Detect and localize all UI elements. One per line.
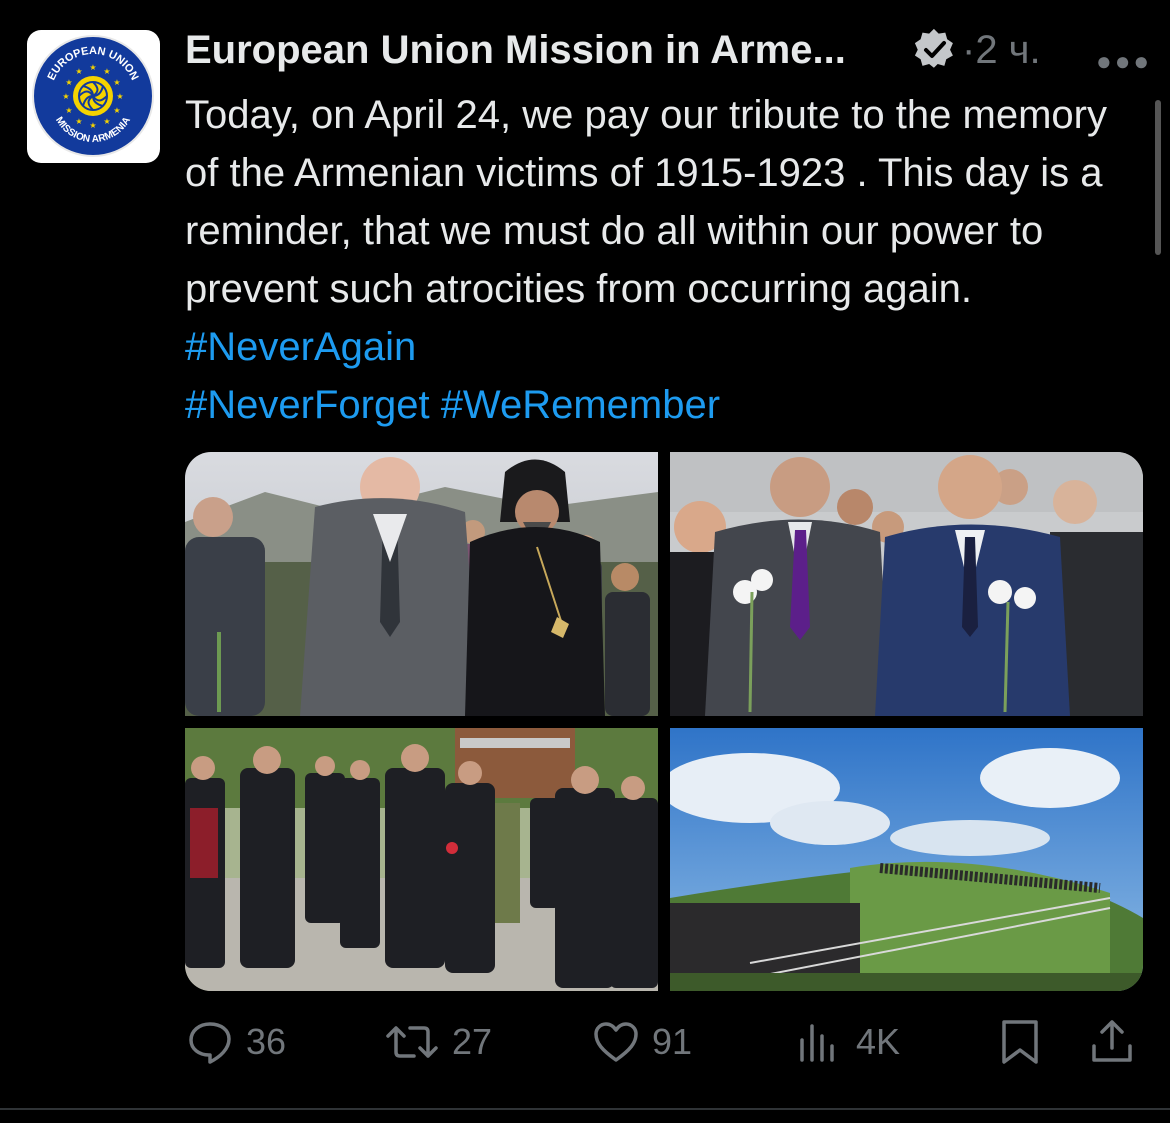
hashtag-never-again[interactable]: #NeverAgain [185, 325, 416, 369]
tweet-body: Today, on April 24, we pay our tribute t… [185, 93, 1107, 311]
repost-button[interactable]: 27 [384, 1014, 492, 1070]
heart-icon [594, 1022, 638, 1062]
svg-text:★: ★ [75, 67, 82, 76]
svg-text:★: ★ [65, 106, 72, 115]
svg-text:★: ★ [103, 117, 110, 126]
svg-text:★: ★ [89, 63, 96, 72]
svg-text:★: ★ [103, 67, 110, 76]
share-button[interactable] [1088, 1014, 1148, 1070]
tweet-text: Today, on April 24, we pay our tribute t… [185, 86, 1150, 434]
svg-text:★: ★ [65, 78, 72, 87]
svg-text:★: ★ [89, 121, 96, 130]
bookmark-icon [1002, 1020, 1038, 1064]
svg-text:★: ★ [62, 92, 69, 101]
officials-and-clergy-photo[interactable] [185, 452, 658, 716]
views-icon [800, 1024, 834, 1062]
views-button[interactable]: 4K [796, 1014, 900, 1070]
svg-text:★: ★ [116, 92, 123, 101]
views-count: 4K [856, 1021, 901, 1062]
svg-text:★: ★ [75, 117, 82, 126]
like-button[interactable]: 91 [592, 1014, 692, 1070]
more-options-icon[interactable]: ●●● [1096, 46, 1152, 77]
eu-mission-logo: EUROPEAN UNION MISSION ARMENIA ★ ★★ ★★★ ★… [32, 35, 154, 157]
reply-button[interactable]: 36 [186, 1014, 286, 1070]
officials-with-flowers-photo[interactable] [670, 452, 1143, 716]
tweet-divider [0, 1108, 1170, 1110]
repost-count: 27 [452, 1021, 493, 1062]
media-grid [185, 452, 1143, 991]
hashtag-we-remember[interactable]: #WeRemember [441, 383, 720, 427]
like-count: 91 [652, 1021, 693, 1062]
verified-badge-icon [914, 28, 953, 68]
scrollbar[interactable] [1155, 100, 1161, 255]
hill-memorial-photo[interactable] [670, 728, 1143, 991]
account-name[interactable]: European Union Mission in Arme... [185, 28, 846, 73]
share-icon [1092, 1020, 1132, 1062]
account-avatar[interactable]: EUROPEAN UNION MISSION ARMENIA ★ ★ ★ ★ ★ ★ ★… [27, 30, 160, 163]
svg-text:★: ★ [113, 78, 120, 87]
svg-text:★: ★ [113, 106, 120, 115]
bookmark-button[interactable] [996, 1014, 1056, 1070]
repost-icon [386, 1026, 438, 1058]
hashtag-never-forget[interactable]: #NeverForget [185, 383, 430, 427]
reply-count: 36 [246, 1021, 287, 1062]
reply-icon [189, 1022, 231, 1064]
procession-photo[interactable] [185, 728, 658, 991]
tweet-time[interactable]: ·2 ч. [962, 28, 1041, 73]
